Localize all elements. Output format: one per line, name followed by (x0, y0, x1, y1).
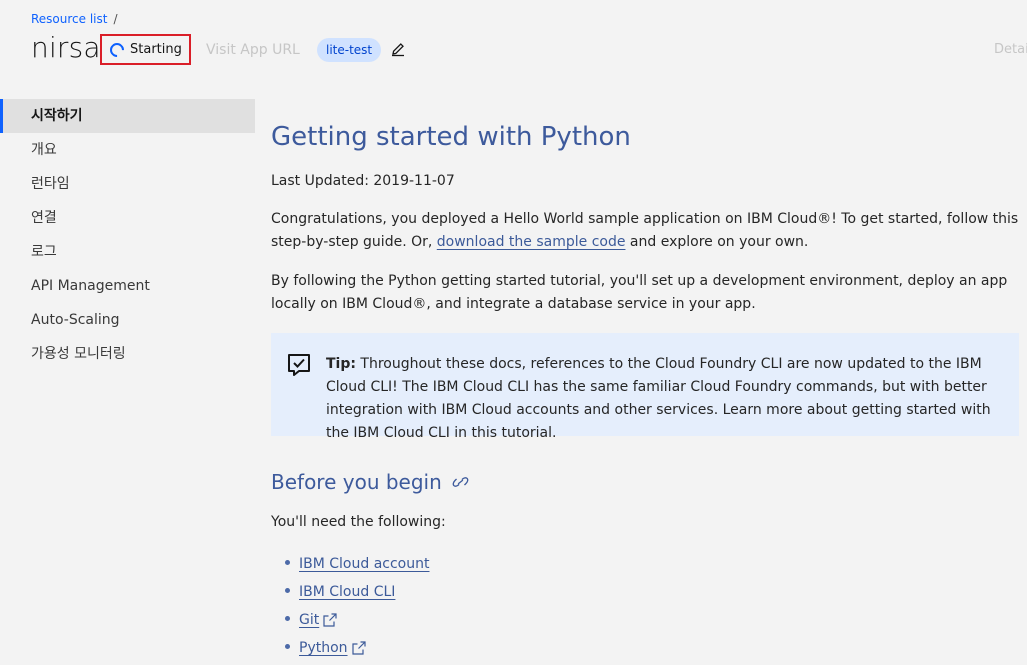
ibm-cloud-cli-link[interactable]: IBM Cloud CLI (299, 584, 395, 600)
sidebar-item-auto-scaling[interactable]: Auto-Scaling (0, 303, 255, 337)
checkbox-chat-icon (288, 354, 310, 376)
sidebar-item-connections[interactable]: 연결 (0, 201, 255, 235)
tip-text: Throughout these docs, references to the… (326, 356, 991, 441)
intro-paragraph: Congratulations, you deployed a Hello Wo… (271, 208, 1019, 254)
sidebar-item-availability-monitoring[interactable]: 가용성 모니터링 (0, 337, 255, 371)
sidebar-item-runtime[interactable]: 런타임 (0, 167, 255, 201)
app-title: nirsa (31, 31, 101, 64)
requirements-intro: You'll need the following: (271, 514, 446, 530)
breadcrumb-resource-list-link[interactable]: Resource list (31, 12, 107, 26)
status-label: Starting (130, 42, 182, 57)
tip-label: Tip: (326, 356, 356, 372)
section-heading-before-you-begin: Before you begin (271, 470, 469, 494)
tutorial-paragraph: By following the Python getting started … (271, 273, 1008, 312)
main-content: Getting started with Python Last Updated… (271, 122, 1021, 656)
list-item: IBM Cloud CLI (284, 578, 429, 606)
breadcrumb-separator: / (113, 12, 118, 26)
sidebar-item-logs[interactable]: 로그 (0, 235, 255, 269)
list-item: IBM Cloud account (284, 550, 429, 578)
edit-pencil-icon[interactable] (390, 41, 406, 57)
details-link[interactable]: Details (994, 42, 1027, 57)
section-title: Before you begin (271, 470, 442, 494)
status-indicator: Starting (100, 34, 191, 65)
ibm-cloud-account-link[interactable]: IBM Cloud account (299, 556, 429, 572)
external-link-icon (323, 613, 337, 627)
tip-callout: Tip: Throughout these docs, references t… (271, 333, 1019, 441)
sidebar-nav: 시작하기 개요 런타임 연결 로그 API Management Auto-Sc… (0, 99, 255, 371)
intro-text-end: and explore on your own. (625, 234, 809, 250)
git-link[interactable]: Git (299, 612, 319, 628)
python-link[interactable]: Python (299, 640, 348, 656)
external-link-icon (351, 641, 366, 655)
sidebar-item-api-management[interactable]: API Management (0, 269, 255, 303)
anchor-link-icon[interactable] (452, 475, 469, 489)
requirements-list: IBM Cloud account IBM Cloud CLI Git Pyth… (284, 550, 429, 662)
visit-app-url-link[interactable]: Visit App URL (206, 42, 300, 58)
list-item: Git (284, 606, 429, 634)
breadcrumb: Resource list / (31, 12, 118, 26)
sidebar-item-overview[interactable]: 개요 (0, 133, 255, 167)
download-sample-code-link[interactable]: download the sample code (437, 234, 626, 250)
loading-spinner-icon (107, 39, 127, 60)
last-updated: Last Updated: 2019-11-07 (271, 173, 455, 189)
list-item: Python (284, 634, 429, 662)
tag-lite-test[interactable]: lite-test (317, 38, 382, 62)
sidebar-item-getting-started[interactable]: 시작하기 (0, 99, 255, 133)
page-title: Getting started with Python (271, 122, 631, 152)
